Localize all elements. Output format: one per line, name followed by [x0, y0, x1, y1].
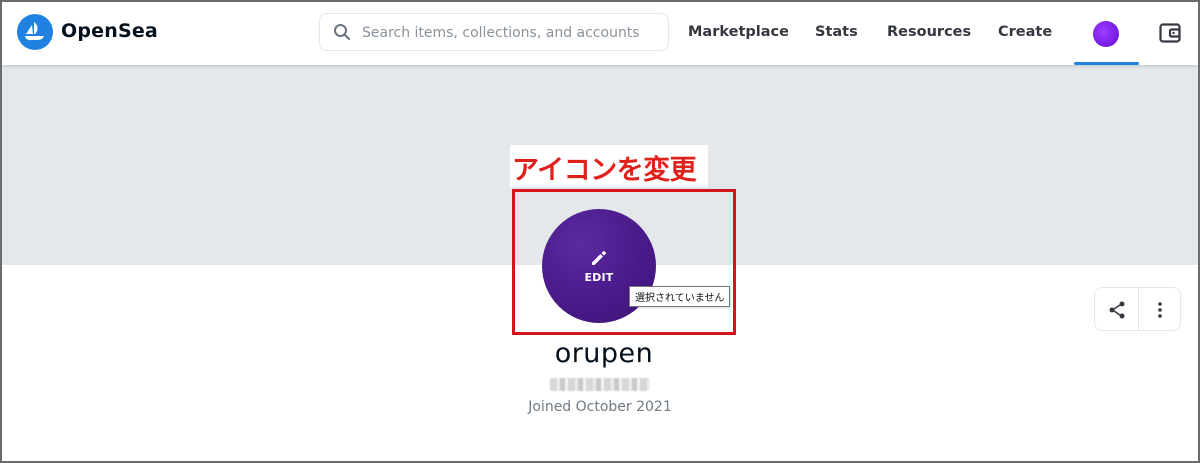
nav-marketplace[interactable]: Marketplace — [688, 24, 789, 40]
profile-actions — [1094, 287, 1181, 331]
file-input-tooltip: 選択されていません — [629, 286, 731, 307]
search-input[interactable] — [360, 20, 654, 46]
top-navbar: OpenSea Marketplace Stats Resources Crea… — [2, 2, 1198, 65]
more-icon — [1158, 302, 1162, 318]
nav-create[interactable]: Create — [998, 24, 1052, 40]
nav-resources[interactable]: Resources — [887, 24, 971, 40]
opensea-logo-icon[interactable] — [17, 14, 53, 50]
page-frame: OpenSea Marketplace Stats Resources Crea… — [0, 0, 1200, 463]
search-icon — [333, 23, 351, 45]
annotation-highlight-box — [512, 189, 736, 335]
wallet-address-blurred[interactable] — [550, 378, 650, 391]
active-nav-indicator — [1074, 62, 1139, 65]
joined-date: Joined October 2021 — [528, 399, 672, 415]
nav-stats[interactable]: Stats — [815, 24, 858, 40]
profile-username: orupen — [554, 338, 654, 369]
more-options-button[interactable] — [1139, 288, 1181, 330]
brand-name[interactable]: OpenSea — [61, 20, 158, 42]
annotation-label: アイコンを変更 — [512, 155, 697, 186]
wallet-icon[interactable] — [1158, 21, 1182, 49]
share-button[interactable] — [1095, 288, 1138, 330]
search-bar[interactable] — [319, 13, 669, 51]
profile-avatar-button[interactable] — [1093, 21, 1119, 47]
share-icon — [1109, 301, 1125, 319]
